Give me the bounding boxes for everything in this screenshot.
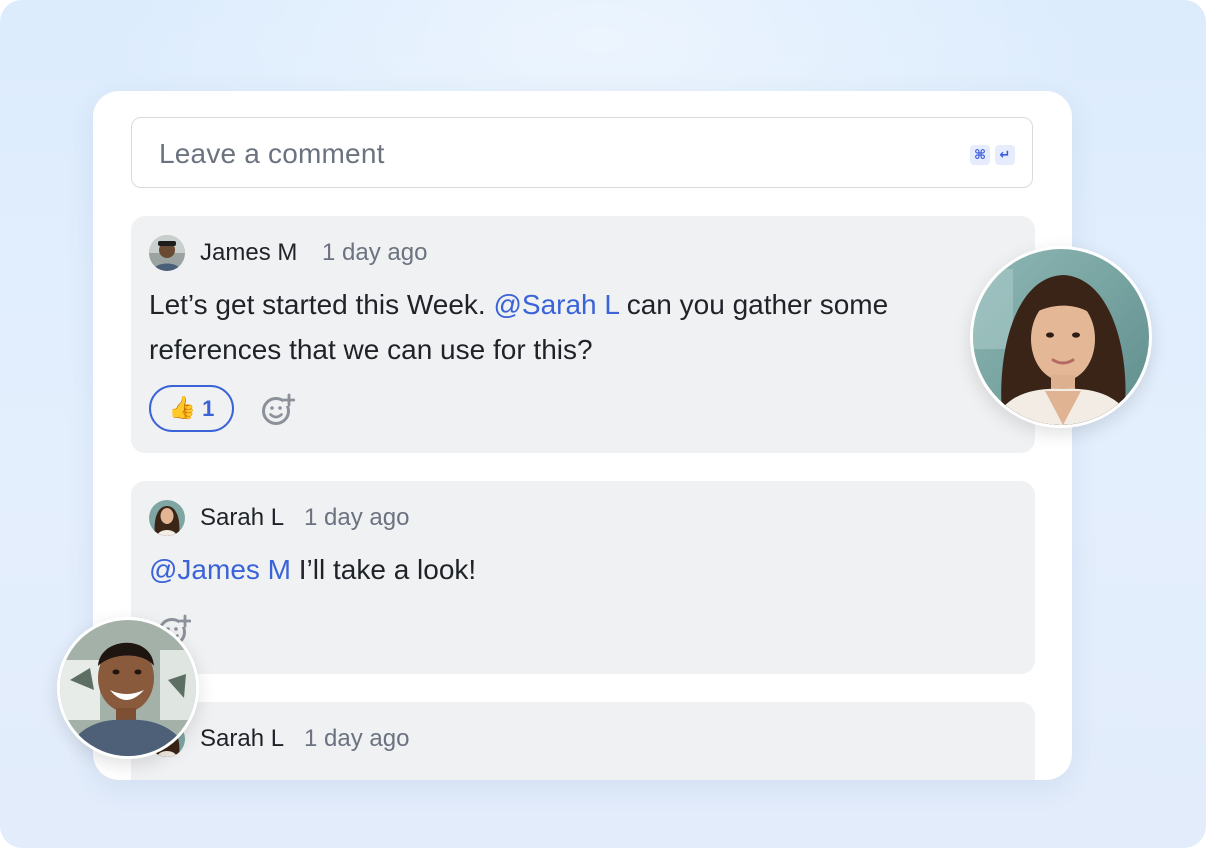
comment-input[interactable]: Leave a comment ⌘ ↵ — [131, 117, 1033, 188]
reaction-button[interactable]: 👍 1 — [149, 385, 234, 432]
comment-item: Sarah L 1 day ago @James M I’ll take a l… — [131, 481, 1035, 674]
comment-text: @James M I’ll take a look! — [149, 554, 477, 585]
comment-item: James M 1 day ago Let’s get started this… — [131, 216, 1035, 453]
command-key-icon: ⌘ — [970, 145, 990, 165]
enter-key-icon: ↵ — [995, 145, 1015, 165]
mention-link[interactable]: @Sarah L — [493, 289, 618, 320]
comment-author: James M — [200, 239, 298, 266]
comment-author: Sarah L — [200, 504, 285, 531]
comments-panel: Leave a comment ⌘ ↵ James M 1 day ago Le… — [93, 91, 1072, 780]
comment-time: 1 day ago — [322, 239, 428, 266]
sarah-avatar — [970, 246, 1152, 428]
thumbs-up-icon: 👍 — [168, 396, 197, 421]
comment-item: Sarah L 1 day ago — [131, 702, 1035, 780]
comment-author: Sarah L — [200, 725, 285, 752]
avatar[interactable] — [149, 500, 185, 536]
comment-time: 1 day ago — [304, 725, 410, 752]
comment-input-placeholder: Leave a comment — [159, 138, 385, 169]
avatar[interactable] — [149, 235, 185, 271]
comment-time: 1 day ago — [304, 504, 410, 531]
mention-link[interactable]: @James M — [149, 554, 291, 585]
add-reaction-icon[interactable] — [261, 392, 295, 426]
reaction-count: 1 — [202, 395, 215, 421]
james-avatar — [57, 617, 199, 759]
background: Leave a comment ⌘ ↵ James M 1 day ago Le… — [0, 0, 1206, 848]
comment-text: Let’s get started this Week. @Sarah L ca… — [149, 289, 889, 365]
